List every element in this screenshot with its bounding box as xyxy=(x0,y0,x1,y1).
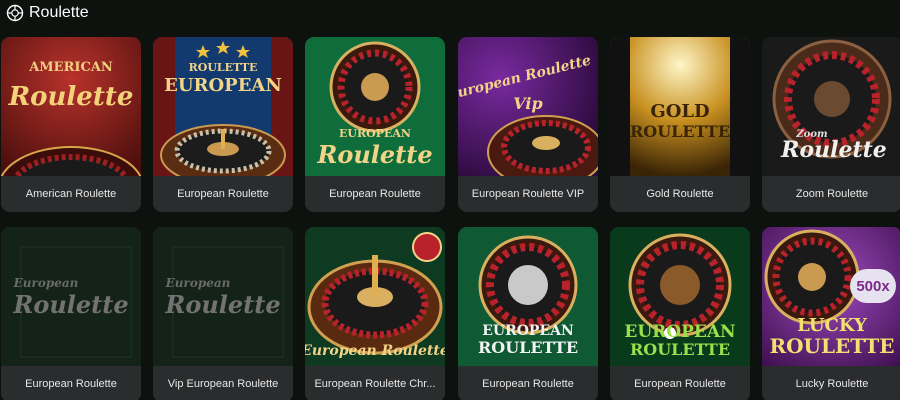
game-card[interactable]: EUROPEAN Roulette European Roulette xyxy=(305,37,445,212)
game-thumbnail: European Roulette Vip xyxy=(458,37,598,176)
svg-text:AMERICAN: AMERICAN xyxy=(28,60,113,75)
game-label: Vip European Roulette xyxy=(153,366,293,400)
game-card[interactable]: ROULETTE EUROPEAN European Roulette xyxy=(153,37,293,212)
game-thumbnail: AMERICAN Roulette xyxy=(1,37,141,176)
game-label: European Roulette xyxy=(153,176,293,212)
game-card[interactable]: AMERICAN Roulette American Roulette xyxy=(1,37,141,212)
game-label: European Roulette xyxy=(1,366,141,400)
page-title: Roulette xyxy=(29,4,89,21)
page-header: Roulette xyxy=(0,0,900,26)
game-label: Zoom Roulette xyxy=(762,176,900,212)
game-label: European Roulette xyxy=(458,366,598,400)
game-label: European Roulette VIP xyxy=(458,176,598,212)
svg-text:ROULETTE: ROULETTE xyxy=(478,338,578,357)
game-label: Lucky Roulette xyxy=(762,366,900,400)
svg-text:LUCKY: LUCKY xyxy=(797,315,868,336)
svg-text:Roulette: Roulette xyxy=(8,82,134,112)
thumbnail-dim-overlay xyxy=(1,227,141,366)
game-label: European Roulette Chr... xyxy=(305,366,445,400)
svg-text:Roulette: Roulette xyxy=(316,140,432,169)
game-card[interactable]: GOLD ROULETTE Gold Roulette xyxy=(610,37,750,212)
game-card[interactable]: European Roulette Vip European Roulette … xyxy=(458,37,598,212)
svg-text:EUROPEAN: EUROPEAN xyxy=(624,322,735,342)
svg-text:ROULETTE: ROULETTE xyxy=(630,340,730,359)
game-card[interactable]: EUROPEAN ROULETTE European Roulette xyxy=(610,227,750,400)
roulette-icon xyxy=(6,4,24,22)
game-thumbnail: European Roulette xyxy=(153,227,293,366)
game-card[interactable]: European Roulette Vip European Roulette xyxy=(153,227,293,400)
game-thumbnail: LUCKY ROULETTE 500x xyxy=(762,227,900,366)
game-thumbnail: European Roulette xyxy=(1,227,141,366)
svg-text:Roulette: Roulette xyxy=(780,137,887,163)
games-grid: AMERICAN Roulette American Roulette ROUL… xyxy=(0,37,900,400)
game-thumbnail: GOLD ROULETTE xyxy=(610,37,750,176)
game-label: American Roulette xyxy=(1,176,141,212)
game-thumbnail: EUROPEAN ROULETTE xyxy=(458,227,598,366)
svg-text:Vip: Vip xyxy=(513,94,542,113)
svg-text:ROULETTE: ROULETTE xyxy=(630,122,730,141)
svg-text:EUROPEAN: EUROPEAN xyxy=(339,127,411,140)
game-thumbnail: EUROPEAN Roulette xyxy=(305,37,445,176)
svg-text:EUROPEAN: EUROPEAN xyxy=(482,323,574,339)
game-label: European Roulette xyxy=(305,176,445,212)
game-thumbnail: European Roulette xyxy=(305,227,445,366)
game-thumbnail: EUROPEAN ROULETTE xyxy=(610,227,750,366)
game-card[interactable]: European Roulette European Roulette Chr.… xyxy=(305,227,445,400)
game-card[interactable]: EUROPEAN ROULETTE European Roulette xyxy=(458,227,598,400)
game-thumbnail: ROULETTE EUROPEAN xyxy=(153,37,293,176)
multiplier-badge: 500x xyxy=(850,269,896,303)
game-label: European Roulette xyxy=(610,366,750,400)
game-card[interactable]: European Roulette European Roulette xyxy=(1,227,141,400)
thumbnail-dim-overlay xyxy=(153,227,293,366)
svg-text:GOLD: GOLD xyxy=(650,101,709,122)
game-card[interactable]: Zoom Roulette Zoom Roulette xyxy=(762,37,900,212)
svg-text:ROULETTE: ROULETTE xyxy=(189,61,258,74)
svg-text:ROULETTE: ROULETTE xyxy=(769,334,894,358)
game-thumbnail: Zoom Roulette xyxy=(762,37,900,176)
svg-text:EUROPEAN: EUROPEAN xyxy=(164,75,282,96)
svg-text:European Roulette: European Roulette xyxy=(305,343,445,359)
game-label: Gold Roulette xyxy=(610,176,750,212)
game-card[interactable]: LUCKY ROULETTE 500x Lucky Roulette xyxy=(762,227,900,400)
